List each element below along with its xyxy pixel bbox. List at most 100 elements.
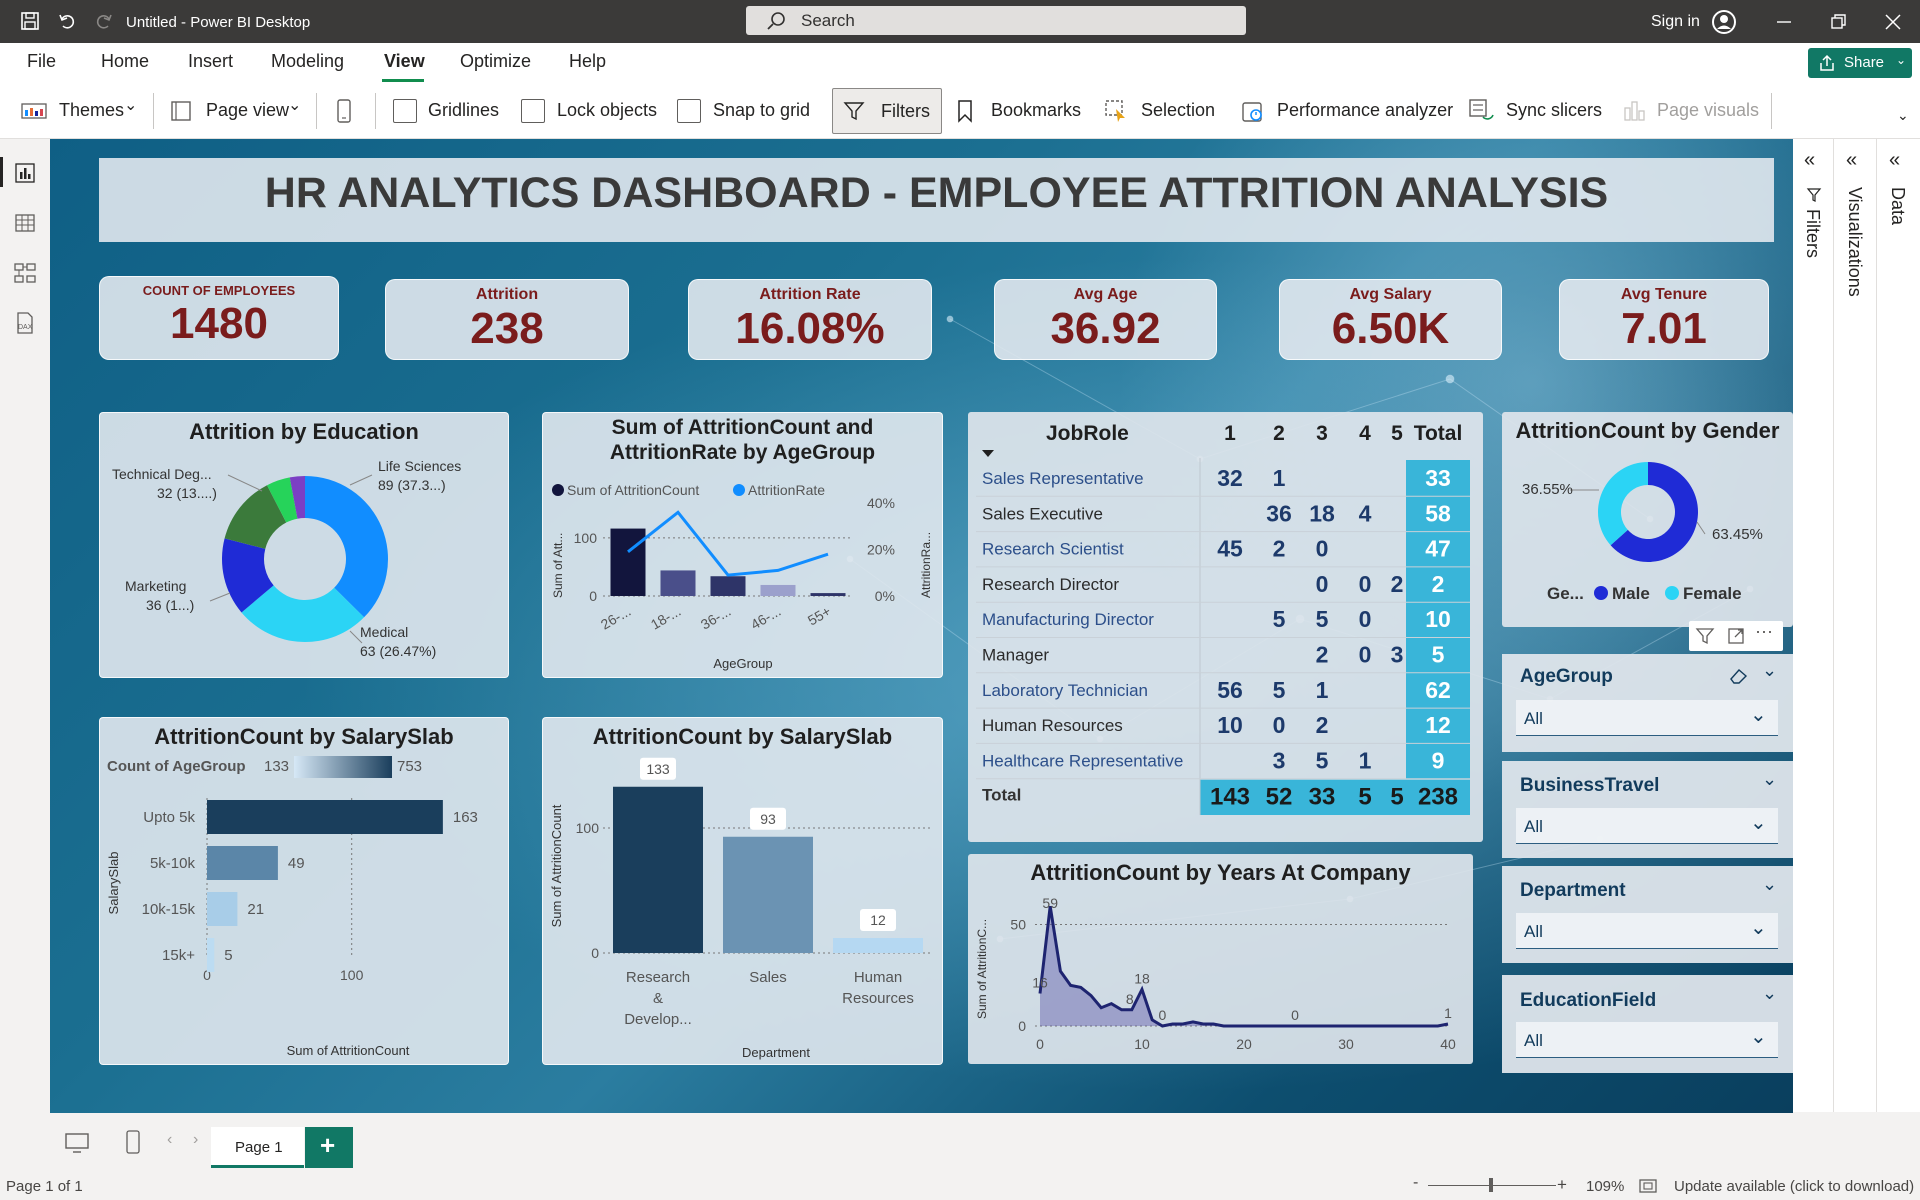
legend-label: Male	[1612, 584, 1650, 603]
jobrole-matrix-visual[interactable]: JobRole 1 2 3 4 5 Total Sales Representative 32 1…	[968, 412, 1483, 842]
chevron-down-icon[interactable]: ⌄	[1762, 983, 1777, 1004]
expand-visualizations-icon[interactable]: «	[1846, 149, 1857, 172]
page-tab[interactable]: Page 1	[211, 1127, 304, 1168]
fit-to-page-icon[interactable]	[1638, 1178, 1658, 1194]
account-icon[interactable]	[1711, 9, 1737, 35]
themes-button[interactable]: Themes	[59, 100, 124, 121]
page-view-button[interactable]: Page view	[206, 100, 289, 121]
slicer-dropdown[interactable]: All ⌄	[1516, 700, 1778, 736]
slicer-dropdown[interactable]: All ⌄	[1516, 913, 1778, 949]
slicer-agegroup[interactable]: AgeGroup ⌄ All ⌄	[1502, 654, 1793, 752]
kpi-card-employees[interactable]: COUNT OF EMPLOYEES 1480	[99, 276, 339, 360]
menu-insert[interactable]: Insert	[188, 51, 233, 72]
menu-modeling[interactable]: Modeling	[271, 51, 344, 72]
close-icon[interactable]	[1884, 13, 1902, 31]
kpi-card-attrition[interactable]: Attrition 238	[385, 279, 629, 360]
bookmarks-button[interactable]: Bookmarks	[991, 100, 1081, 121]
menu-file[interactable]: File	[27, 51, 56, 72]
column-header: 5	[1391, 422, 1403, 445]
performance-analyzer-button[interactable]: Performance analyzer	[1277, 100, 1453, 121]
lock-objects-checkbox[interactable]	[521, 99, 545, 123]
next-page-icon[interactable]: ›	[193, 1131, 198, 1149]
kpi-card-avg-tenure[interactable]: Avg Tenure 7.01	[1559, 279, 1769, 360]
dax-query-view-icon[interactable]: DAX	[13, 311, 37, 335]
zoom-out-icon[interactable]: -	[1413, 1174, 1418, 1192]
ribbon-collapse-icon[interactable]: ⌄	[1897, 107, 1909, 124]
sync-slicers-button[interactable]: Sync slicers	[1506, 100, 1602, 121]
department-column-visual[interactable]: AttritionCount by SalarySlab 100 0 Sum of …	[542, 717, 943, 1065]
page-view-chevron-icon[interactable]: ⌄	[288, 95, 301, 115]
years-area-visual[interactable]: AttritionCount by Years At Company 50 0 0 1…	[968, 854, 1473, 1064]
menu-view[interactable]: View	[384, 51, 425, 72]
more-options-icon[interactable]: ⋯	[1755, 622, 1773, 643]
desktop-layout-icon[interactable]	[64, 1132, 90, 1154]
prev-page-icon[interactable]: ‹	[167, 1131, 172, 1149]
matrix-cell: 10	[1425, 606, 1451, 632]
bar	[660, 570, 696, 596]
matrix-cell: 12	[1425, 712, 1451, 738]
expand-data-icon[interactable]: «	[1889, 149, 1900, 172]
sign-in-link[interactable]: Sign in	[1651, 13, 1700, 31]
row-header: Laboratory Technician	[982, 681, 1148, 700]
data-pane-tab[interactable]: Data	[1887, 187, 1908, 225]
gender-donut-visual[interactable]: AttritionCount by Gender 63.45% 36.55% Ge.…	[1502, 412, 1793, 627]
education-donut-visual[interactable]: Attrition by Education Technical Deg... 3…	[99, 412, 509, 678]
redo-icon[interactable]	[94, 11, 114, 31]
menu-help[interactable]: Help	[569, 51, 606, 72]
data-label: 0	[1291, 1007, 1299, 1023]
search-box[interactable]: Search	[746, 6, 1246, 35]
kpi-card-avg-age[interactable]: Avg Age 36.92	[994, 279, 1217, 360]
expand-filters-icon[interactable]: «	[1804, 149, 1815, 172]
gridlines-checkbox[interactable]	[393, 99, 417, 123]
slicer-educationfield[interactable]: EducationField ⌄ All ⌄	[1502, 975, 1793, 1073]
mobile-layout-icon[interactable]	[334, 98, 354, 124]
selection-button[interactable]: Selection	[1141, 100, 1215, 121]
bar	[710, 576, 746, 596]
kpi-card-attrition-rate[interactable]: Attrition Rate 16.08%	[688, 279, 932, 360]
undo-icon[interactable]	[57, 11, 77, 31]
filter-icon[interactable]	[1695, 627, 1715, 645]
kpi-card-avg-salary[interactable]: Avg Salary 6.50K	[1279, 279, 1502, 360]
update-available-link[interactable]: Update available (click to download)	[1674, 1178, 1914, 1195]
filters-pane-tab[interactable]: Filters	[1802, 209, 1823, 258]
dashboard-header: HR ANALYTICS DASHBOARD - EMPLOYEE ATTRIT…	[99, 158, 1774, 242]
snap-to-grid-checkbox[interactable]	[677, 99, 701, 123]
zoom-slider-thumb[interactable]	[1489, 1178, 1493, 1192]
slicer-dropdown[interactable]: All ⌄	[1516, 1022, 1778, 1058]
column-header: 1	[1224, 422, 1236, 445]
add-page-button[interactable]: +	[305, 1127, 353, 1168]
y2-tick-label: 0%	[875, 588, 895, 604]
menu-home[interactable]: Home	[101, 51, 149, 72]
legend-marker	[1594, 586, 1608, 600]
slicer-businesstravel[interactable]: BusinessTravel ⌄ All ⌄	[1502, 761, 1793, 858]
chevron-down-icon[interactable]: ⌄	[1762, 874, 1777, 895]
x-tick-label: Develop...	[624, 1011, 692, 1028]
focus-mode-icon[interactable]	[1727, 627, 1745, 645]
slicer-dropdown[interactable]: All ⌄	[1516, 808, 1778, 844]
table-view-icon[interactable]	[13, 211, 37, 235]
agegroup-combo-visual[interactable]: Sum of AttritionCount and AttritionRate …	[542, 412, 943, 678]
column-header: 2	[1273, 422, 1285, 445]
eraser-icon[interactable]	[1727, 666, 1749, 686]
salaryslab-bar-visual[interactable]: AttritionCount by SalarySlab Count of Ag…	[99, 717, 509, 1065]
menu-optimize[interactable]: Optimize	[460, 51, 531, 72]
mobile-layout-icon[interactable]	[124, 1129, 142, 1155]
visualizations-pane-tab[interactable]: Visualizations	[1844, 187, 1865, 297]
slicer-value: All	[1524, 709, 1543, 728]
restore-icon[interactable]	[1829, 13, 1847, 31]
model-view-icon[interactable]	[13, 261, 37, 285]
chevron-down-icon[interactable]: ⌄	[1762, 660, 1777, 681]
save-icon[interactable]	[20, 11, 40, 31]
filters-button[interactable]: Filters	[832, 88, 942, 134]
zoom-in-icon[interactable]: +	[1557, 1175, 1567, 1195]
slicer-department[interactable]: Department ⌄ All ⌄	[1502, 866, 1793, 963]
report-canvas[interactable]: HR ANALYTICS DASHBOARD - EMPLOYEE ATTRIT…	[50, 139, 1793, 1113]
legend-label: Sum of AttritionCount	[567, 482, 699, 498]
share-button[interactable]: Share ⌄	[1808, 48, 1912, 78]
matrix-cell: 10	[1217, 712, 1243, 738]
data-label: 0	[1159, 1007, 1167, 1023]
minimize-icon[interactable]	[1775, 13, 1793, 31]
chevron-down-icon[interactable]: ⌄	[1762, 769, 1777, 790]
report-view-icon[interactable]	[13, 161, 37, 185]
themes-chevron-icon[interactable]: ⌄	[124, 95, 137, 115]
